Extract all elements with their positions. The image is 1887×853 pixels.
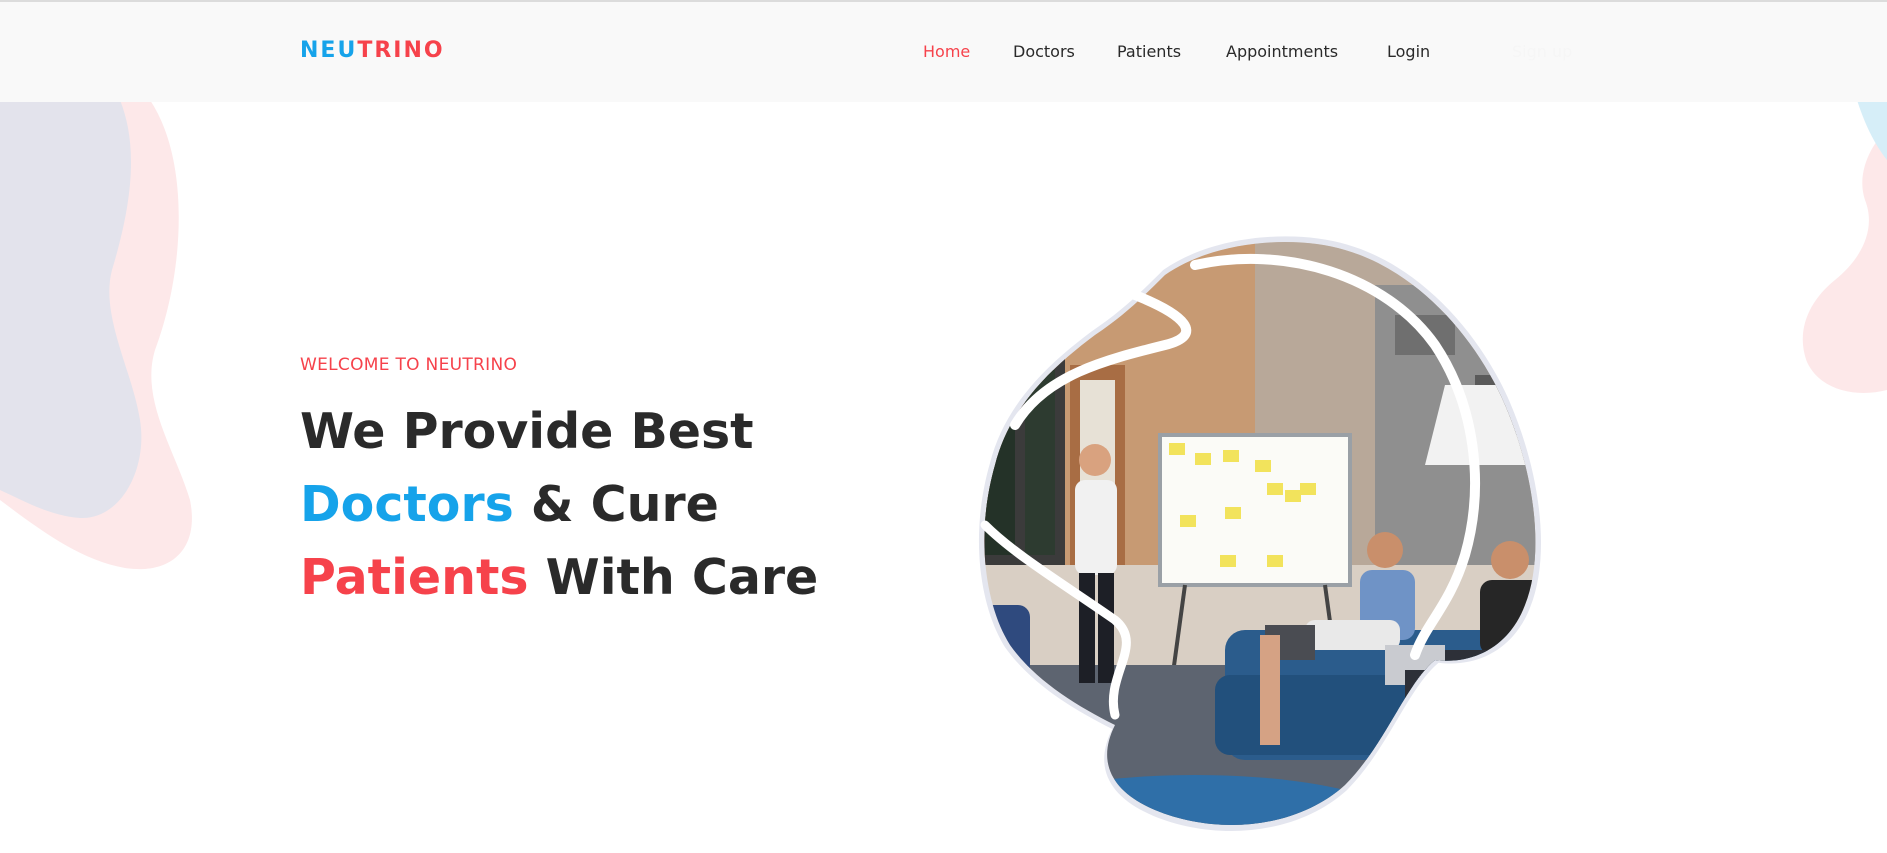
hero-line-3-rest: With Care bbox=[528, 549, 819, 606]
nav-link-appointments[interactable]: Appointments bbox=[1226, 42, 1338, 61]
hero-highlight-doctors: Doctors bbox=[300, 476, 514, 533]
navbar: NEUTRINO Home Doctors Patients Appointme… bbox=[0, 2, 1887, 102]
hero-welcome-label: WELCOME TO NEUTRINO bbox=[300, 355, 518, 375]
hero-text: WELCOME TO NEUTRINO We Provide Best Doct… bbox=[300, 355, 818, 614]
decorative-blob-left bbox=[0, 100, 192, 570]
nav-link-home[interactable]: Home bbox=[923, 42, 970, 61]
hero-line-1: We Provide Best bbox=[300, 403, 754, 460]
nav-link-doctors[interactable]: Doctors bbox=[1013, 42, 1075, 61]
hero-highlight-patients: Patients bbox=[300, 549, 529, 606]
nav-link-signup[interactable]: Sign up bbox=[1512, 42, 1572, 61]
brand-logo-part1: NEU bbox=[300, 38, 358, 63]
nav-link-login[interactable]: Login bbox=[1387, 42, 1430, 61]
decorative-blob-right bbox=[1802, 100, 1887, 393]
hero-photo bbox=[978, 236, 1542, 831]
hero-headline: We Provide Best Doctors & Cure Patients … bbox=[300, 395, 818, 614]
brand-logo[interactable]: NEUTRINO bbox=[300, 38, 445, 63]
brand-logo-part2: TRINO bbox=[357, 38, 445, 63]
nav-link-patients[interactable]: Patients bbox=[1117, 42, 1181, 61]
hero-line-2-rest: & Cure bbox=[513, 476, 719, 533]
